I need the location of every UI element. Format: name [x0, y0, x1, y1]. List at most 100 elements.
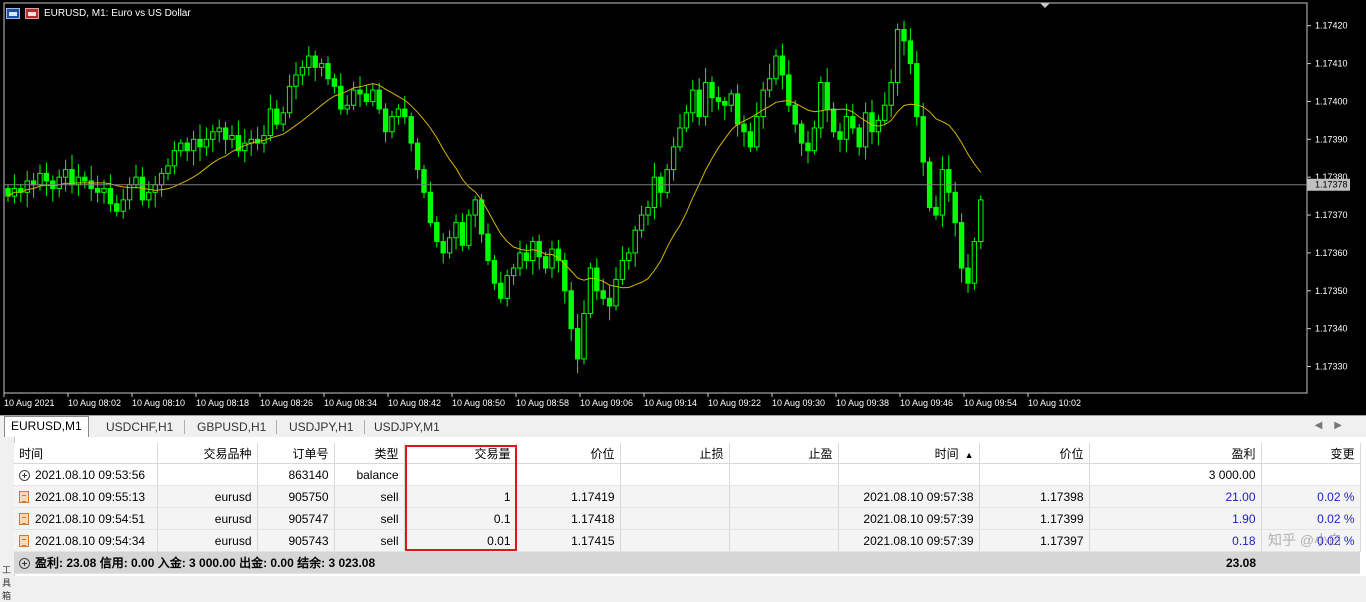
candle-body	[523, 252, 530, 261]
candle-body	[389, 116, 395, 133]
candle-body	[702, 82, 709, 118]
candle-body	[792, 104, 798, 125]
tab-eurusd-m1[interactable]: EURUSD,M1	[4, 416, 89, 437]
cell-symbol: eurusd	[157, 529, 258, 552]
cell-symbol: eurusd	[157, 507, 258, 530]
col-header-price2[interactable]: 价位	[979, 443, 1090, 464]
candle-body	[536, 241, 542, 258]
candle-body	[229, 135, 235, 140]
col-header-time[interactable]: 时间	[14, 443, 158, 464]
candle-body	[408, 116, 414, 144]
chart-window[interactable]: 1.17420 1.17410 1.17400 1.17390 1.17380 1.173…	[0, 0, 1366, 415]
x-tick-label: 10 Aug 09:46	[900, 398, 953, 408]
candle-body	[587, 267, 594, 314]
candle-body	[338, 85, 344, 110]
chart-title-bar: EURUSD, M1: Euro vs US Dollar	[6, 6, 191, 20]
col-header-sl[interactable]: 止损	[620, 443, 730, 464]
cell-price: 1.17419	[516, 485, 621, 508]
candle-body	[638, 214, 645, 231]
y-tick-label: 1.17360	[1315, 248, 1348, 258]
candle-body	[722, 100, 728, 106]
col-header-profit[interactable]: 盈利	[1089, 443, 1262, 464]
tab-usdchf-h1[interactable]: USDCHF,H1	[100, 418, 179, 436]
candle-body	[606, 297, 613, 307]
candle-body	[779, 55, 786, 76]
x-tick-label: 10 Aug 09:22	[708, 398, 761, 408]
deal-document-icon	[19, 534, 29, 547]
candle-body	[632, 229, 638, 254]
candle-body	[850, 116, 856, 129]
candle-body	[216, 127, 222, 133]
candle-body	[965, 267, 971, 284]
candle-body	[30, 180, 37, 186]
col-header-symbol[interactable]: 交易品种	[157, 443, 258, 464]
table-row-deal[interactable]: 2021.08.10 09:54:51 eurusd 905747 sell 0…	[14, 507, 1361, 530]
tab-usdjpy-h1[interactable]: USDJPY,H1	[283, 418, 359, 436]
candle-body	[376, 89, 382, 110]
tab-usdjpy-m1[interactable]: USDJPY,M1	[368, 418, 446, 436]
candle-body	[958, 222, 965, 269]
candle-body	[344, 104, 350, 110]
candle-body	[856, 127, 862, 148]
col-header-volume[interactable]: 交易量	[404, 443, 517, 464]
candle-body	[274, 108, 280, 125]
candle-body	[888, 82, 894, 106]
candle-body	[299, 66, 306, 76]
cell-ticket: 905750	[257, 485, 335, 508]
cell-close-price: 1.17399	[979, 507, 1090, 530]
candle-body	[491, 259, 498, 284]
price-chart[interactable]: 1.174201.174101.174001.173901.173801.173…	[0, 0, 1366, 415]
table-row-deal[interactable]: 2021.08.10 09:54:34 eurusd 905743 sell 0…	[14, 529, 1361, 552]
y-tick-label: 1.17410	[1315, 59, 1348, 69]
candle-body	[760, 89, 766, 118]
candle-body	[715, 97, 722, 102]
candle-body	[498, 282, 504, 299]
cell-symbol: eurusd	[157, 485, 258, 508]
y-tick-label: 1.17420	[1315, 21, 1348, 31]
candle-body	[114, 203, 120, 212]
col-header-time2[interactable]: 时间 ▲	[838, 443, 980, 464]
candle-body	[370, 89, 376, 102]
deal-document-icon	[19, 512, 29, 525]
col-header-ticket[interactable]: 订单号	[257, 443, 335, 464]
candle-body	[178, 142, 184, 152]
candle-body	[107, 188, 114, 205]
candle-body	[754, 116, 760, 148]
summary-plus-icon	[19, 558, 30, 569]
candle-body	[472, 199, 478, 216]
candle-body	[453, 222, 459, 239]
candle-body	[485, 233, 491, 261]
candle-body	[171, 150, 178, 167]
col-header-type[interactable]: 类型	[334, 443, 405, 464]
candle-body	[600, 290, 606, 299]
cell-close-time	[838, 463, 980, 486]
candle-body	[952, 191, 958, 224]
candle-body	[581, 312, 587, 360]
cell-symbol	[157, 463, 258, 486]
col-header-tp[interactable]: 止盈	[729, 443, 839, 464]
candle-body	[306, 55, 312, 68]
candle-body	[466, 214, 472, 246]
candle-body	[901, 29, 907, 42]
candle-body	[907, 40, 914, 65]
cell-time-text: 2021.08.10 09:54:51	[35, 511, 146, 526]
candle-body	[939, 169, 946, 216]
x-tick-label: 10 Aug 08:42	[388, 398, 441, 408]
summary-empty	[1261, 551, 1360, 574]
cell-price: 1.17418	[516, 507, 621, 530]
y-tick-label: 1.17350	[1315, 286, 1348, 296]
cell-close-price	[979, 463, 1090, 486]
cell-type: sell	[334, 507, 405, 530]
candle-body	[440, 241, 446, 254]
tab-gbpusd-h1[interactable]: GBPUSD,H1	[191, 418, 272, 436]
watermark: 知乎 @小白	[1268, 532, 1343, 548]
col-header-price[interactable]: 价位	[516, 443, 621, 464]
candle-body	[402, 108, 408, 118]
table-row-deal[interactable]: 2021.08.10 09:55:13 eurusd 905750 sell 1…	[14, 485, 1361, 508]
candle-body	[837, 131, 843, 140]
table-row-balance[interactable]: 2021.08.10 09:53:56 863140 balance 3 000…	[14, 463, 1361, 486]
tab-scroll-arrows[interactable]: ◀▶	[1315, 420, 1354, 431]
col-header-change[interactable]: 变更	[1261, 443, 1361, 464]
cell-close-price: 1.17398	[979, 485, 1090, 508]
cell-ticket: 905743	[257, 529, 335, 552]
